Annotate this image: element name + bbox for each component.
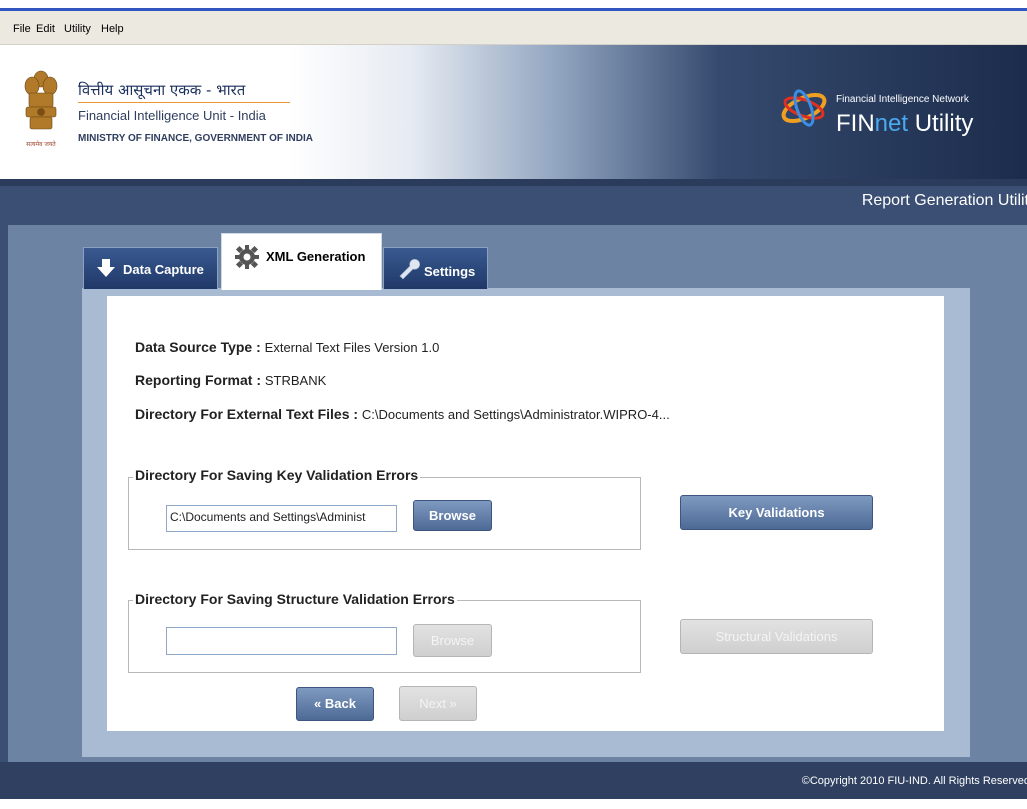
window-top-border	[0, 0, 1027, 11]
back-button[interactable]: « Back	[296, 687, 374, 721]
structure-errors-dir-input[interactable]	[166, 627, 397, 655]
network-label: Financial Intelligence Network	[836, 94, 969, 105]
menu-help[interactable]: Help	[101, 23, 124, 35]
menu-bar: File Edit Utility Help	[0, 11, 1027, 45]
org-name: Financial Intelligence Unit - India	[78, 108, 266, 123]
hindi-title: वित्तीय आसूचना एकक - भारत	[78, 81, 246, 99]
copyright-text: ©Copyright 2010 FIU-IND. All Rights Rese…	[801, 775, 1027, 787]
next-button[interactable]: Next »	[399, 686, 477, 721]
tab-label-settings: Settings	[424, 264, 476, 279]
key-browse-button[interactable]: Browse	[413, 500, 492, 531]
key-errors-dir-input[interactable]: C:\Documents and Settings\Administ	[166, 505, 397, 532]
key-validation-legend: Directory For Saving Key Validation Erro…	[133, 467, 421, 483]
data-source-label: Data Source Type :	[135, 339, 261, 355]
external-dir-row: Directory For External Text Files : C:\D…	[135, 406, 670, 422]
external-dir-value: C:\Documents and Settings\Administrator.…	[361, 407, 670, 422]
national-emblem-icon: सत्यमेव जयते	[24, 70, 58, 148]
tab-settings[interactable]: Settings	[383, 247, 488, 289]
product-name: FINnet Utility	[836, 110, 973, 138]
tab-xml-generation[interactable]: XML Generation	[221, 233, 382, 290]
tab-label-xml-generation: XML Generation	[266, 249, 366, 264]
wrench-icon	[399, 259, 420, 280]
title-divider	[78, 102, 290, 103]
structural-validations-button[interactable]: Structural Validations	[680, 619, 873, 654]
menu-edit[interactable]: Edit	[36, 23, 55, 35]
ministry-name: MINISTRY OF FINANCE, GOVERNMENT OF INDIA	[78, 133, 314, 144]
structure-validation-legend: Directory For Saving Structure Validatio…	[133, 591, 457, 607]
arrow-down-icon	[97, 259, 115, 277]
menu-file[interactable]: File	[13, 23, 31, 35]
product-net: net	[874, 110, 909, 137]
reporting-format-row: Reporting Format : STRBANK	[135, 372, 326, 388]
product-utility: Utility	[908, 110, 974, 137]
tab-label-data-capture: Data Capture	[123, 262, 204, 277]
header-separator	[0, 179, 1027, 186]
window-bottom	[0, 799, 1027, 809]
product-fin: FIN	[836, 110, 875, 137]
key-validations-button[interactable]: Key Validations	[680, 495, 873, 530]
svg-text:सत्यमेव जयते: सत्यमेव जयते	[26, 140, 56, 148]
finnet-logo-icon	[781, 89, 827, 127]
external-dir-label: Directory For External Text Files :	[135, 406, 359, 422]
tab-data-capture[interactable]: Data Capture	[83, 247, 218, 289]
gear-icon	[235, 245, 259, 269]
data-source-value: External Text Files Version 1.0	[264, 340, 440, 355]
structure-browse-button[interactable]: Browse	[413, 624, 492, 657]
data-source-row: Data Source Type : External Text Files V…	[135, 339, 439, 355]
page-title: Report Generation Utility	[861, 192, 1027, 209]
reporting-format-label: Reporting Format :	[135, 372, 261, 388]
reporting-format-value: STRBANK	[264, 373, 327, 388]
left-border	[0, 186, 8, 762]
menu-utility[interactable]: Utility	[64, 23, 91, 35]
